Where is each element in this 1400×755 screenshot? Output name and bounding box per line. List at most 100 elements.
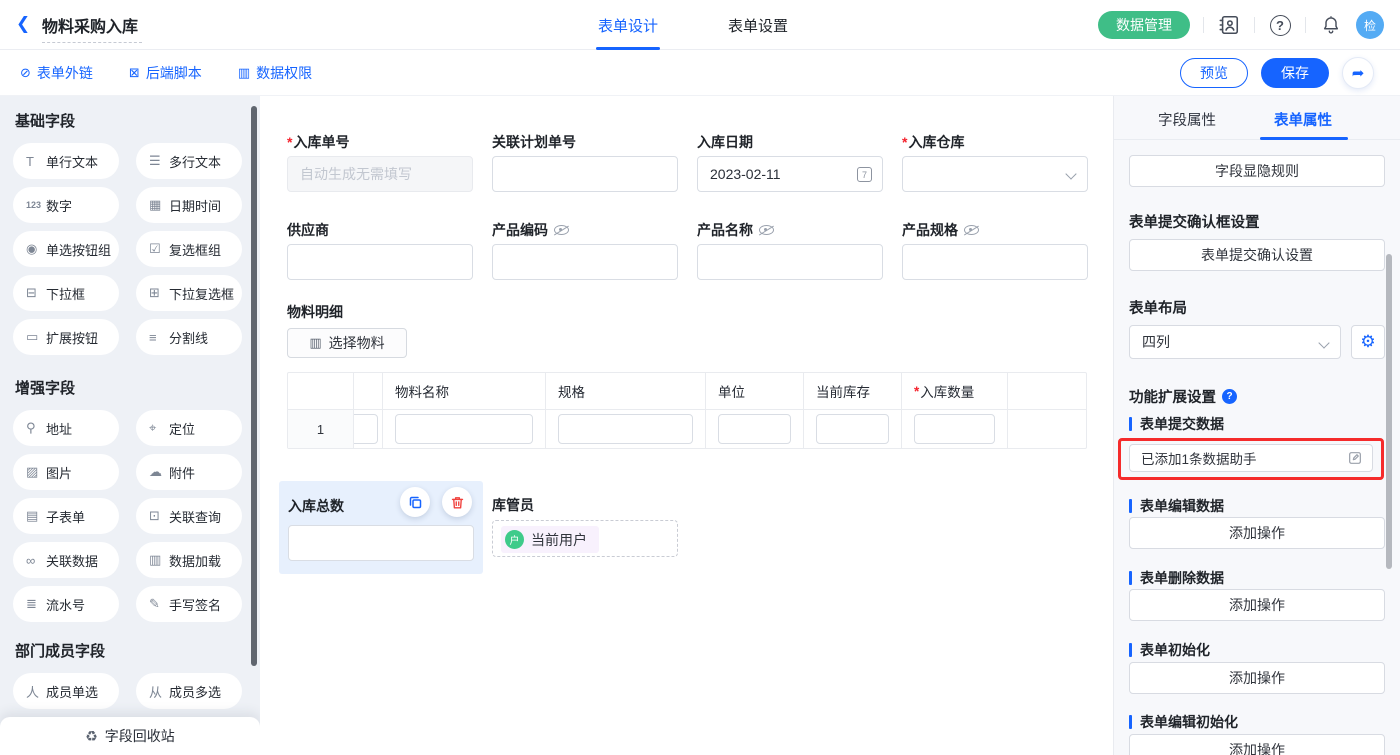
- header-actions: 数据管理 ? 检: [1098, 0, 1384, 50]
- field-label-product-code: 产品编码: [492, 220, 569, 240]
- panel-scrollbar[interactable]: [1386, 254, 1392, 569]
- checkbox-icon: ☑: [149, 241, 169, 257]
- user-icon: 户: [505, 530, 524, 549]
- total-input[interactable]: [288, 525, 474, 561]
- select-material-button[interactable]: ▥ 选择物料: [287, 328, 407, 358]
- form-toolbar: ⊘ 表单外链 ⊠ 后端脚本 ▥ 数据权限 预览 保存 ➦: [0, 50, 1400, 96]
- product-name-input[interactable]: [697, 244, 883, 280]
- member-single-icon: 人: [26, 682, 46, 701]
- back-icon[interactable]: ❮: [16, 14, 30, 34]
- layout-select[interactable]: 四列: [1129, 325, 1341, 359]
- add-operation-button-delete[interactable]: 添加操作: [1129, 589, 1385, 621]
- contacts-book-icon[interactable]: [1217, 13, 1241, 37]
- subform-title: 物料明细: [287, 302, 343, 322]
- properties-panel: 字段属性 表单属性 字段显隐规则 表单提交确认框设置 表单提交确认设置 表单布局…: [1113, 96, 1400, 755]
- sidebar-item-multi-dropdown[interactable]: ⊞下拉复选框: [136, 275, 242, 311]
- member-multi-icon: 从: [149, 682, 169, 701]
- accent-bar: [1129, 643, 1132, 657]
- tab-field-properties[interactable]: 字段属性: [1158, 109, 1216, 130]
- sidebar-scrollbar[interactable]: [251, 106, 257, 666]
- avatar[interactable]: 检: [1356, 11, 1384, 39]
- multi-dropdown-icon: ⊞: [149, 285, 169, 301]
- sidebar-item-checkbox-group[interactable]: ☑复选框组: [136, 231, 242, 267]
- save-button[interactable]: 保存: [1261, 58, 1329, 88]
- add-operation-button-edit[interactable]: 添加操作: [1129, 517, 1385, 549]
- layout-gear-button[interactable]: ⚙: [1351, 325, 1385, 359]
- sidebar-item-address[interactable]: ⚲地址: [13, 410, 119, 446]
- keeper-member-box[interactable]: 户 当前用户: [492, 520, 678, 557]
- share-icon: ➦: [1352, 64, 1365, 82]
- material-name-cell: [383, 409, 546, 448]
- enhanced-fields-grid: ⚲地址 ⌖定位 ▨图片 ☁附件 ▤子表单 ⊡关联查询 ∞关联数据 ▥数据加载 ≣…: [13, 410, 242, 622]
- sidebar-item-datetime[interactable]: ▦日期时间: [136, 187, 242, 223]
- field-label-supplier: 供应商: [287, 220, 329, 240]
- warehouse-select[interactable]: [902, 156, 1088, 192]
- delete-field-button[interactable]: [442, 487, 472, 517]
- share-button[interactable]: ➦: [1342, 57, 1374, 89]
- unit-input[interactable]: [718, 414, 791, 444]
- sidebar-item-member-single[interactable]: 人成员单选: [13, 673, 119, 709]
- supplier-input[interactable]: [287, 244, 473, 280]
- sidebar-item-extend-button[interactable]: ▭扩展按钮: [13, 319, 119, 355]
- sidebar-item-linked-query[interactable]: ⊡关联查询: [136, 498, 242, 534]
- add-operation-button-init[interactable]: 添加操作: [1129, 662, 1385, 694]
- field-label-plan-no: 关联计划单号: [492, 132, 576, 152]
- spec-input[interactable]: [558, 414, 693, 444]
- divider: [1254, 17, 1255, 33]
- sidebar-item-radio-group[interactable]: ◉单选按钮组: [13, 231, 119, 267]
- op-submit-data-title: 表单提交数据: [1129, 414, 1224, 434]
- current-user-tag[interactable]: 户 当前用户: [501, 526, 599, 553]
- toolbar-buttons: 预览 保存 ➦: [1180, 57, 1374, 89]
- data-permission-button[interactable]: ▥ 数据权限: [238, 63, 312, 83]
- sidebar-item-location[interactable]: ⌖定位: [136, 410, 242, 446]
- sidebar-item-attachment[interactable]: ☁附件: [136, 454, 242, 490]
- add-operation-button-edit-init[interactable]: 添加操作: [1129, 734, 1385, 755]
- data-manage-button[interactable]: 数据管理: [1098, 11, 1190, 39]
- sidebar-item-single-text[interactable]: T单行文本: [13, 143, 119, 179]
- tab-form-design[interactable]: 表单设计: [598, 0, 658, 50]
- sidebar-item-signature[interactable]: ✎手写签名: [136, 586, 242, 622]
- sidebar-item-data-load[interactable]: ▥数据加载: [136, 542, 242, 578]
- help-icon[interactable]: ?: [1268, 13, 1292, 37]
- sidebar-item-image[interactable]: ▨图片: [13, 454, 119, 490]
- page-title[interactable]: 物料采购入库: [42, 13, 142, 43]
- product-code-input[interactable]: [492, 244, 678, 280]
- field-recycle-bin[interactable]: ♻ 字段回收站: [0, 717, 260, 755]
- sidebar-item-subform[interactable]: ▤子表单: [13, 498, 119, 534]
- preview-button[interactable]: 预览: [1180, 58, 1248, 88]
- submit-confirm-button[interactable]: 表单提交确认设置: [1129, 239, 1385, 271]
- field-visibility-rule-button[interactable]: 字段显隐规则: [1129, 155, 1385, 187]
- plan-no-input[interactable]: [492, 156, 678, 192]
- sidebar-item-divider[interactable]: ≡分割线: [136, 319, 242, 355]
- edit-icon[interactable]: [1347, 450, 1363, 466]
- material-name-input[interactable]: [395, 414, 533, 444]
- product-spec-input[interactable]: [902, 244, 1088, 280]
- bar-chart-icon: ▥: [309, 335, 321, 351]
- selected-field-total[interactable]: 入库总数: [279, 481, 483, 574]
- subform-data-row: 1: [288, 409, 1086, 448]
- sidebar-item-serial-number[interactable]: ≣流水号: [13, 586, 119, 622]
- serial-number-icon: ≣: [26, 596, 46, 612]
- header-cell-index: [288, 373, 354, 409]
- tab-form-settings[interactable]: 表单设置: [728, 0, 788, 50]
- inbound-date-input[interactable]: 2023-02-11 7: [697, 156, 883, 192]
- sidebar-item-number[interactable]: 123数字: [13, 187, 119, 223]
- data-assistant-entry[interactable]: 已添加1条数据助手: [1129, 444, 1373, 472]
- sidebar-item-multi-text[interactable]: ☰多行文本: [136, 143, 242, 179]
- tab-form-properties[interactable]: 表单属性: [1274, 109, 1332, 130]
- field-label-product-name: 产品名称: [697, 220, 774, 240]
- datetime-icon: ▦: [149, 197, 169, 213]
- subform-clipped-input[interactable]: [354, 414, 378, 444]
- attachment-icon: ☁: [149, 464, 169, 480]
- duplicate-field-button[interactable]: [400, 487, 430, 517]
- help-circle-icon[interactable]: ?: [1222, 389, 1237, 404]
- sidebar-item-linked-data[interactable]: ∞关联数据: [13, 542, 119, 578]
- backend-script-button[interactable]: ⊠ 后端脚本: [129, 63, 202, 83]
- external-link-button[interactable]: ⊘ 表单外链: [20, 63, 93, 83]
- bell-icon[interactable]: [1319, 13, 1343, 37]
- sidebar-item-member-multi[interactable]: 从成员多选: [136, 673, 242, 709]
- op-edit-data-title: 表单编辑数据: [1129, 496, 1224, 516]
- sidebar-item-dropdown[interactable]: ⊟下拉框: [13, 275, 119, 311]
- stock-input[interactable]: [816, 414, 889, 444]
- qty-input[interactable]: [914, 414, 995, 444]
